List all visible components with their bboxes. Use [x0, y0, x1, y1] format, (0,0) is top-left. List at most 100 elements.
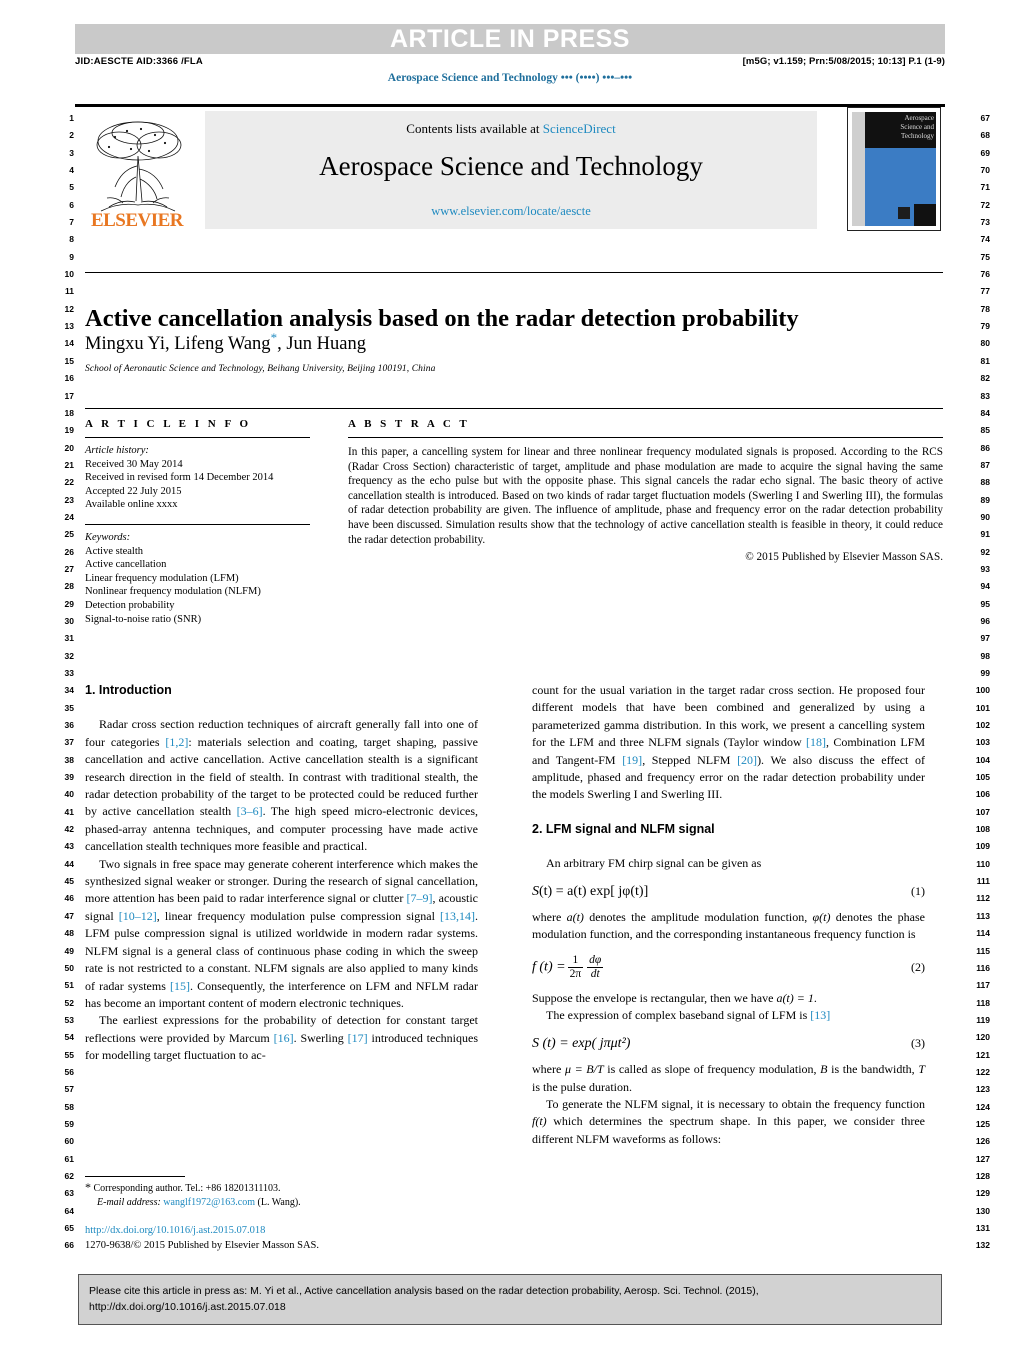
line-number: 37	[64, 737, 74, 748]
line-number: 32	[64, 650, 74, 661]
line-number: 29	[64, 598, 74, 609]
citation-ref[interactable]: [18]	[806, 735, 826, 749]
line-number: 91	[980, 529, 990, 540]
paragraph-1: Radar cross section reduction techniques…	[85, 716, 478, 855]
line-number: 54	[64, 1032, 74, 1043]
email-address-label: E-mail address:	[97, 1197, 161, 1208]
footnote-block: * Corresponding author. Tel.: +86 182013…	[85, 1180, 478, 1210]
line-number: 59	[64, 1118, 74, 1129]
footer-block: http://dx.doi.org/10.1016/j.ast.2015.07.…	[85, 1224, 485, 1253]
line-number: 7	[69, 217, 74, 228]
corresponding-author-note: * Corresponding author. Tel.: +86 182013…	[85, 1180, 478, 1196]
line-number: 84	[980, 407, 990, 418]
line-number: 107	[975, 806, 990, 817]
line-number: 16	[64, 373, 74, 384]
abstract-copyright: © 2015 Published by Elsevier Masson SAS.	[745, 551, 943, 564]
p9-math-b: B	[820, 1062, 828, 1077]
p9-math-a: μ = B/T	[564, 1062, 604, 1077]
authors-pre-label: Mingxu Yi, Lifeng Wang	[85, 334, 271, 355]
citation-ref[interactable]: [3–6]	[237, 804, 263, 818]
line-number: 89	[980, 494, 990, 505]
line-number: 102	[975, 720, 990, 731]
line-number: 58	[64, 1101, 74, 1112]
citation-line-1: Please cite this article in press as: M.…	[89, 1285, 759, 1297]
citation-ref[interactable]: [1,2]	[165, 735, 188, 749]
paragraph-3: The earliest expressions for the probabi…	[85, 1012, 478, 1064]
citation-ref[interactable]: [13]	[810, 1008, 830, 1022]
paragraph-2: Two signals in free space may generate c…	[85, 856, 478, 1013]
line-number: 78	[980, 303, 990, 314]
keyword-item: Nonlinear frequency modulation (NLFM)	[85, 586, 261, 598]
citation-ref[interactable]: [17]	[348, 1031, 368, 1045]
email-note: E-mail address: wanglf1972@163.com (L. W…	[85, 1196, 478, 1210]
equation-2: f (t) = 1 2π dφ dt (2)	[532, 954, 925, 981]
line-number: 61	[64, 1153, 74, 1164]
line-number: 115	[976, 945, 990, 956]
elsevier-wordmark: ELSEVIER	[90, 210, 184, 231]
line-number: 75	[980, 251, 990, 262]
line-number: 38	[64, 754, 74, 765]
line-number: 106	[975, 789, 990, 800]
journal-homepage-link[interactable]: www.elsevier.com/locate/aescte	[205, 204, 817, 219]
p2-part-c: , linear frequency modulation pulse comp…	[156, 908, 440, 923]
line-number: 122	[975, 1066, 990, 1077]
line-number: 119	[976, 1014, 990, 1025]
line-numbers-left: 1 2 3 4 5 6 7 8 9 10 11 12 13 14 15 16 17 18 19 20 21 22 23 24 2…	[44, 110, 74, 1255]
citation-ref[interactable]: [20]	[737, 753, 757, 767]
equation-2-fraction-1: 1 2π	[567, 954, 584, 981]
masthead-center-panel: Contents lists available at ScienceDirec…	[205, 111, 817, 229]
email-link[interactable]: wanglf1972@163.com	[163, 1197, 255, 1208]
citation-ref[interactable]: [7–9]	[407, 891, 433, 905]
line-number: 71	[980, 182, 990, 193]
article-info-block: A R T I C L E I N F O Article history: R…	[85, 418, 310, 626]
line-number: 49	[64, 945, 74, 956]
line-number: 9	[69, 251, 74, 262]
history-item: Received 30 May 2014	[85, 458, 183, 470]
line-number: 114	[976, 928, 990, 939]
p10-math-a: f(t)	[532, 1114, 547, 1129]
journal-cover-thumbnail: Aerospace Science and Technology	[847, 107, 941, 231]
eq2-denominator-1: 2π	[569, 967, 582, 980]
citation-ref[interactable]: [13,14]	[440, 909, 475, 923]
keyword-item: Detection probability	[85, 599, 175, 611]
line-number: 113	[976, 910, 990, 921]
line-number: 57	[64, 1084, 74, 1095]
line-number: 11	[65, 286, 74, 297]
paragraph-9: where μ = B/T is called as slope of freq…	[532, 1061, 925, 1096]
line-number: 124	[975, 1101, 990, 1112]
sciencedirect-link[interactable]: ScienceDirect	[543, 121, 616, 136]
journal-title: Aerospace Science and Technology	[319, 151, 703, 181]
citation-ref[interactable]: [16]	[274, 1031, 294, 1045]
line-number: 76	[980, 269, 990, 280]
citation-ref[interactable]: [10–12]	[119, 909, 157, 923]
line-number: 83	[980, 390, 990, 401]
footnote-marker: *	[85, 1180, 91, 1194]
doi-link[interactable]: http://dx.doi.org/10.1016/j.ast.2015.07.…	[85, 1224, 485, 1239]
eq2-denominator-2: dt	[590, 967, 600, 980]
line-number: 43	[64, 841, 74, 852]
authors-post-label: , Jun Huang	[277, 334, 366, 355]
line-number: 125	[975, 1118, 990, 1129]
line-number: 45	[64, 876, 74, 887]
abstract-text: In this paper, a cancelling system for l…	[348, 446, 943, 546]
article-history-label: Article history:	[85, 445, 149, 456]
equation-1-lhs: S	[532, 883, 539, 899]
citation-ref[interactable]: [15]	[170, 979, 190, 993]
line-number: 81	[980, 355, 990, 366]
p10-part-b: which determines the spectrum shape. In …	[532, 1114, 925, 1146]
line-number: 36	[64, 720, 74, 731]
line-number: 77	[980, 286, 990, 297]
p7-part-a: Suppose the envelope is rectangular, the…	[532, 990, 777, 1005]
line-number: 128	[975, 1170, 990, 1181]
line-number: 98	[980, 650, 990, 661]
citation-ref[interactable]: [19]	[622, 753, 642, 767]
contents-prefix-label: Contents lists available at	[406, 121, 543, 136]
line-number: 1	[69, 113, 74, 123]
line-number: 126	[975, 1136, 990, 1147]
cover-title-text: Aerospace Science and Technology	[900, 114, 934, 140]
equation-1-rhs: (t) = a(t) exp[ jφ(t)]	[539, 883, 649, 899]
equation-3-body: S (t) = exp( jπμt²)	[532, 1035, 631, 1051]
p6-math-a: a(t)	[566, 910, 584, 925]
p3-part-b: . Swerling	[293, 1030, 348, 1045]
line-number: 123	[975, 1084, 990, 1095]
